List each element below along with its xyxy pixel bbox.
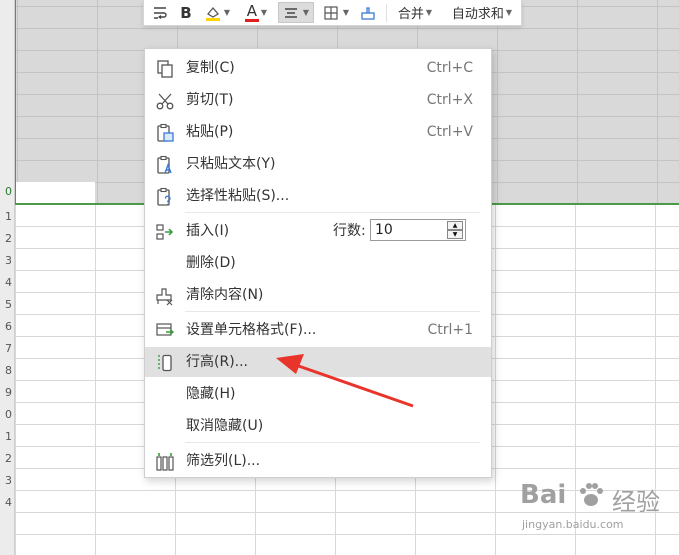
menu-item-label: 删除(D): [186, 255, 236, 271]
menu-item-label: 插入(I): [186, 223, 230, 239]
menu-item-paste[interactable]: 粘贴(P) Ctrl+V: [145, 117, 491, 147]
insert-icon: [156, 224, 174, 240]
paste-icon: [157, 123, 174, 142]
fill-color-icon: [205, 6, 220, 21]
paste-text-icon: [157, 155, 172, 174]
menu-item-filter-columns[interactable]: 筛选列(L)...: [145, 446, 491, 476]
borders-button[interactable]: ▼: [318, 2, 354, 23]
menu-item-label: 复制(C): [186, 60, 235, 76]
menu-item-label: 取消隐藏(U): [186, 418, 264, 434]
chevron-down-icon: ▼: [342, 8, 350, 17]
menu-separator: [185, 212, 480, 213]
row-header[interactable]: 0: [0, 181, 12, 203]
menu-item-hide[interactable]: 隐藏(H): [145, 379, 491, 409]
baidu-watermark: Bai 经验 jingyan.baidu.com: [520, 474, 675, 552]
insert-rows-input[interactable]: [371, 220, 449, 240]
menu-item-copy[interactable]: 复制(C) Ctrl+C: [145, 53, 491, 83]
chevron-down-icon: ▼: [223, 8, 231, 17]
stepper-down-button[interactable]: ▼: [447, 230, 463, 239]
menu-item-label: 隐藏(H): [186, 386, 236, 402]
copy-icon: [157, 60, 173, 78]
menu-item-label: 选择性粘贴(S)...: [186, 188, 290, 204]
menu-item-label: 清除内容(N): [186, 287, 264, 303]
menu-item-unhide[interactable]: 取消隐藏(U): [145, 411, 491, 441]
row-header[interactable]: 4: [0, 272, 12, 294]
watermark-brand: Bai: [520, 480, 567, 510]
row-header[interactable]: 2: [0, 228, 12, 250]
context-menu: 复制(C) Ctrl+C 剪切(T) Ctrl+X 粘贴(P) Ctrl+V 只…: [144, 48, 492, 478]
menu-item-delete[interactable]: 删除(D): [145, 248, 491, 278]
font-color-label: A: [244, 2, 259, 22]
scissors-icon: [156, 93, 174, 110]
active-cell[interactable]: [16, 182, 95, 203]
menu-item-label: 行高(R)...: [186, 354, 249, 370]
row-header[interactable]: 2: [0, 448, 12, 470]
chevron-down-icon: ▼: [425, 8, 433, 17]
wrap-text-icon: [154, 6, 167, 19]
row-header[interactable]: 9: [0, 382, 12, 404]
chevron-down-icon: ▼: [260, 8, 268, 17]
row-height-icon: [158, 354, 172, 372]
menu-item-format-cells[interactable]: 设置单元格格式(F)... Ctrl+1: [145, 315, 491, 345]
menu-separator: [185, 311, 480, 312]
menu-item-shortcut: Ctrl+X: [426, 92, 473, 108]
watermark-logo-text: 经验: [612, 488, 660, 516]
chevron-down-icon: ▼: [505, 8, 513, 17]
align-center-button[interactable]: ▼: [278, 2, 314, 23]
bold-button[interactable]: B: [176, 2, 196, 23]
format-painter-button[interactable]: [356, 2, 380, 23]
menu-item-label: 粘贴(P): [186, 124, 234, 140]
format-painter-icon: [361, 6, 375, 20]
eraser-icon: [156, 288, 173, 306]
fill-color-button[interactable]: ▼: [202, 2, 232, 23]
format-cells-icon: [156, 323, 175, 336]
row-header[interactable]: 7: [0, 338, 12, 360]
menu-separator: [185, 442, 480, 443]
menu-item-cut[interactable]: 剪切(T) Ctrl+X: [145, 85, 491, 115]
watermark-url: jingyan.baidu.com: [522, 518, 624, 531]
merge-label: 合并: [397, 7, 424, 22]
row-header[interactable]: 4: [0, 492, 12, 514]
autosum-button[interactable]: 自动求和 ▼: [444, 2, 520, 23]
chevron-down-icon: ▼: [302, 8, 310, 17]
align-center-icon: [284, 7, 297, 18]
menu-item-shortcut: Ctrl+V: [426, 124, 473, 140]
insert-rows-label: 行数:: [333, 223, 366, 239]
borders-icon: [324, 5, 338, 20]
row-headers[interactable]: 0 1 2 3 4 5 6 7 8 9 0 1 2 3 4: [0, 0, 15, 555]
stepper-up-button[interactable]: ▲: [447, 221, 463, 230]
insert-rows-stepper[interactable]: ▲ ▼: [370, 219, 466, 241]
row-header[interactable]: 8: [0, 360, 12, 382]
filter-columns-icon: [156, 453, 174, 471]
row-header[interactable]: 1: [0, 206, 12, 228]
autosum-label: 自动求和: [451, 7, 504, 22]
row-header[interactable]: 3: [0, 250, 12, 272]
row-header[interactable]: 0: [0, 404, 12, 426]
menu-item-paste-special[interactable]: 选择性粘贴(S)...: [145, 181, 491, 211]
row-header[interactable]: 6: [0, 316, 12, 338]
menu-item-label: 设置单元格格式(F)...: [186, 322, 317, 338]
toolbar-separator: [386, 4, 387, 22]
merge-button[interactable]: 合并 ▼: [394, 2, 436, 23]
row-header[interactable]: 3: [0, 470, 12, 492]
paste-special-icon: [157, 187, 171, 206]
row-header[interactable]: 5: [0, 294, 12, 316]
menu-item-shortcut: Ctrl+C: [426, 60, 473, 76]
menu-item-paste-text-only[interactable]: 只粘贴文本(Y): [145, 149, 491, 179]
paw-icon: [580, 483, 603, 506]
font-color-button[interactable]: A ▼: [240, 2, 272, 23]
mini-toolbar: B ▼ A ▼ ▼ ▼ 合并 ▼ 自动求和 ▼: [143, 0, 522, 26]
menu-item-label: 剪切(T): [186, 92, 234, 108]
row-header[interactable]: 1: [0, 426, 12, 448]
menu-item-row-height[interactable]: 行高(R)...: [145, 347, 491, 377]
wrap-text-button[interactable]: [149, 2, 171, 23]
menu-item-clear-contents[interactable]: 清除内容(N): [145, 280, 491, 310]
menu-item-label: 筛选列(L)...: [186, 453, 261, 469]
menu-item-shortcut: Ctrl+1: [427, 322, 473, 338]
menu-item-label: 只粘贴文本(Y): [186, 156, 276, 172]
